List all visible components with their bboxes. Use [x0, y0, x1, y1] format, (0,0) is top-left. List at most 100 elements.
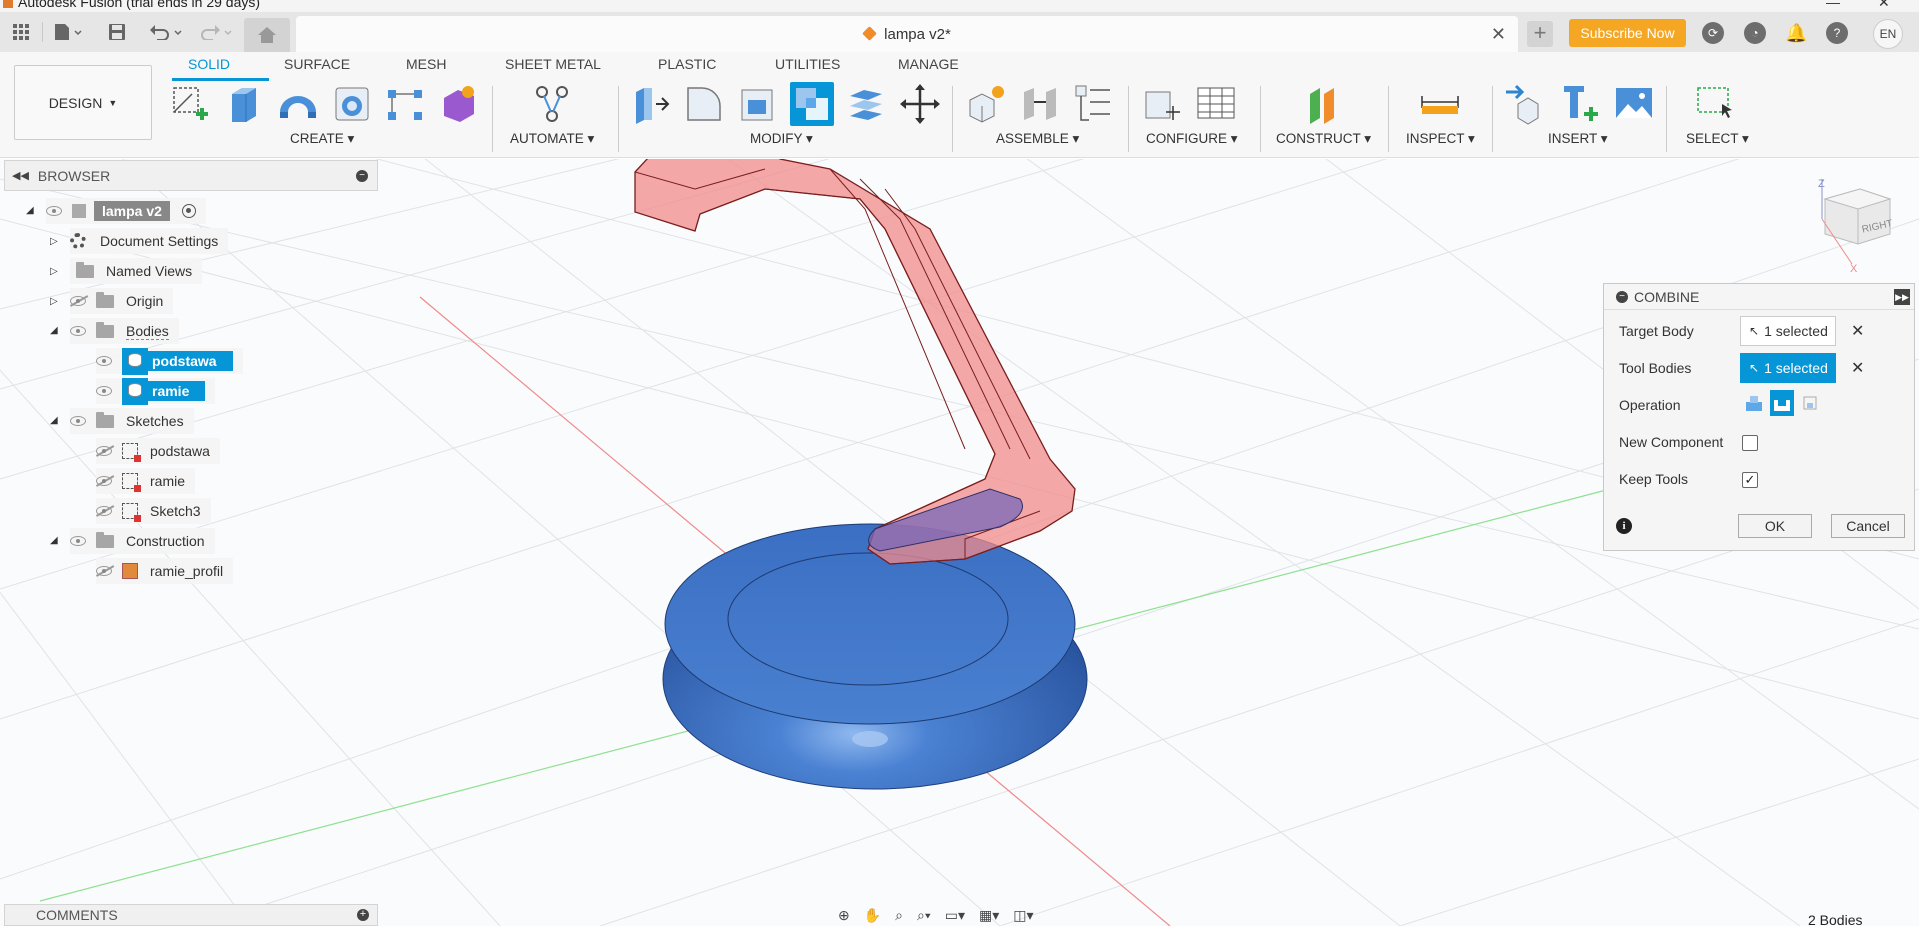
expand-arrow-icon[interactable]: ▷	[50, 266, 58, 277]
tree-item-body-ramie[interactable]: ramie	[96, 377, 216, 405]
minimize-browser-icon[interactable]: −	[356, 170, 368, 182]
tab-solid[interactable]: SOLID	[188, 56, 230, 72]
app-grid-icon[interactable]	[9, 20, 33, 44]
visibility-eye-icon[interactable]	[46, 206, 62, 216]
configure-menu[interactable]: CONFIGURE ▾	[1146, 131, 1238, 147]
measure-icon[interactable]	[1418, 82, 1462, 126]
visibility-eye-icon[interactable]	[70, 326, 86, 336]
expand-arrow-icon[interactable]: ▷	[50, 296, 58, 307]
new-component-icon[interactable]	[964, 82, 1008, 126]
tree-item-named-views[interactable]: ▷ Named Views	[50, 258, 203, 284]
tab-sheet-metal[interactable]: SHEET METAL	[505, 56, 601, 72]
activate-radio-icon[interactable]	[181, 204, 196, 218]
comments-panel[interactable]: COMMENTS +	[4, 904, 378, 926]
window-close-button[interactable]: ✕	[1878, 0, 1890, 11]
keep-tools-checkbox[interactable]: ✓	[1742, 472, 1758, 488]
automate-menu[interactable]: AUTOMATE ▾	[510, 131, 594, 147]
visibility-off-eye-icon[interactable]	[70, 296, 86, 306]
combine-icon[interactable]	[790, 82, 834, 126]
automate-icon[interactable]	[530, 82, 574, 126]
tree-item-sketch3[interactable]: Sketch3	[96, 498, 211, 524]
collapse-browser-icon[interactable]: ◀◀	[12, 169, 29, 182]
tool-bodies-selector[interactable]: ↖ 1 selected	[1740, 353, 1836, 383]
visibility-eye-icon[interactable]	[70, 536, 86, 546]
operation-intersect-icon[interactable]	[1798, 390, 1822, 416]
fit-zoom-icon[interactable]: ⌕▾	[917, 907, 931, 924]
extensions-icon[interactable]: ⟳	[1702, 22, 1724, 44]
workspace-switcher[interactable]: DESIGN ▼	[14, 65, 152, 140]
redo-icon[interactable]	[196, 20, 236, 44]
collapse-dialog-icon[interactable]: −	[1616, 290, 1628, 303]
tab-mesh[interactable]: MESH	[406, 56, 446, 72]
collapse-toggle-icon[interactable]: ◢	[50, 415, 58, 426]
orbit-icon[interactable]: ⊕	[838, 907, 850, 924]
tab-plastic[interactable]: PLASTIC	[658, 56, 716, 72]
fillet-icon[interactable]	[682, 82, 726, 126]
create-sketch-icon[interactable]	[168, 82, 212, 126]
visibility-off-eye-icon[interactable]	[96, 476, 112, 486]
target-body-selector[interactable]: ↖ 1 selected	[1740, 316, 1836, 346]
hole-icon[interactable]	[330, 82, 374, 126]
press-pull-icon[interactable]	[628, 82, 672, 126]
document-tab[interactable]: lampa v2* ✕	[296, 16, 1518, 52]
visibility-eye-icon[interactable]	[70, 416, 86, 426]
revolve-icon[interactable]	[276, 82, 320, 126]
home-button[interactable]	[244, 18, 290, 52]
ok-button[interactable]: OK	[1738, 514, 1812, 538]
visibility-off-eye-icon[interactable]	[96, 506, 112, 516]
expand-dialog-icon[interactable]: ▶▶	[1894, 289, 1910, 305]
extrude-icon[interactable]	[222, 82, 266, 126]
combine-dialog-header[interactable]: − COMBINE	[1604, 284, 1914, 310]
body-ramie[interactable]	[634, 159, 1076, 565]
new-component-checkbox[interactable]	[1742, 435, 1758, 451]
language-button[interactable]: EN	[1873, 19, 1903, 49]
tree-item-sketches[interactable]: ◢ Sketches	[50, 408, 194, 434]
tree-item-bodies[interactable]: ◢ Bodies	[50, 318, 179, 344]
offset-plane-icon[interactable]	[1302, 82, 1346, 126]
close-tab-button[interactable]: ✕	[1491, 24, 1506, 45]
change-parameters-icon[interactable]	[1140, 82, 1184, 126]
select-window-icon[interactable]	[1694, 82, 1738, 126]
window-minimize-button[interactable]: —	[1826, 0, 1840, 10]
tab-utilities[interactable]: UTILITIES	[775, 56, 840, 72]
tree-item-sketch-ramie[interactable]: ramie	[96, 468, 196, 494]
configure-table-icon[interactable]	[1194, 82, 1238, 126]
visibility-eye-icon[interactable]	[96, 386, 112, 396]
collapse-toggle-icon[interactable]: ◢	[50, 535, 58, 546]
move-copy-icon[interactable]	[898, 82, 942, 126]
viewports-icon[interactable]: ◫▾	[1013, 907, 1033, 924]
job-status-icon[interactable]: ◔	[1744, 22, 1766, 44]
operation-join-icon[interactable]	[1742, 390, 1766, 416]
insert-menu[interactable]: INSERT ▾	[1548, 131, 1608, 147]
body-podstawa[interactable]	[662, 523, 1088, 790]
insert-derive-icon[interactable]	[1504, 82, 1548, 126]
notifications-bell-icon[interactable]: 🔔	[1785, 22, 1807, 44]
cancel-button[interactable]: Cancel	[1831, 514, 1905, 538]
construct-menu[interactable]: CONSTRUCT ▾	[1276, 131, 1371, 147]
tree-item-body-podstawa[interactable]: podstawa	[96, 347, 243, 375]
tree-item-construction[interactable]: ◢ Construction	[50, 528, 215, 554]
tree-item-document-settings[interactable]: ▷ Document Settings	[50, 228, 229, 254]
display-settings-icon[interactable]: ▭▾	[945, 907, 965, 924]
pattern-icon[interactable]	[384, 82, 428, 126]
add-comment-icon[interactable]: +	[357, 909, 369, 921]
expand-arrow-icon[interactable]: ▷	[50, 236, 58, 247]
inspect-menu[interactable]: INSPECT ▾	[1406, 131, 1475, 147]
visibility-off-eye-icon[interactable]	[96, 446, 112, 456]
bill-of-materials-icon[interactable]	[1072, 82, 1116, 126]
shell-icon[interactable]	[736, 82, 780, 126]
subscribe-button[interactable]: Subscribe Now	[1569, 19, 1686, 47]
save-icon[interactable]	[106, 20, 128, 44]
select-menu[interactable]: SELECT ▾	[1686, 131, 1749, 147]
pan-hand-icon[interactable]: ✋	[864, 907, 881, 924]
modify-menu[interactable]: MODIFY ▾	[750, 131, 813, 147]
info-icon[interactable]: i	[1616, 518, 1632, 534]
create-menu[interactable]: CREATE ▾	[290, 131, 354, 147]
collapse-toggle-icon[interactable]: ◢	[50, 325, 58, 336]
file-menu-icon[interactable]	[50, 20, 86, 44]
browser-header[interactable]: ◀◀ BROWSER −	[4, 160, 378, 191]
visibility-eye-icon[interactable]	[96, 356, 112, 366]
expand-toggle-icon[interactable]: ◢	[26, 205, 34, 216]
insert-mcmaster-icon[interactable]	[1558, 82, 1602, 126]
tree-item-origin[interactable]: ▷ Origin	[50, 288, 174, 314]
